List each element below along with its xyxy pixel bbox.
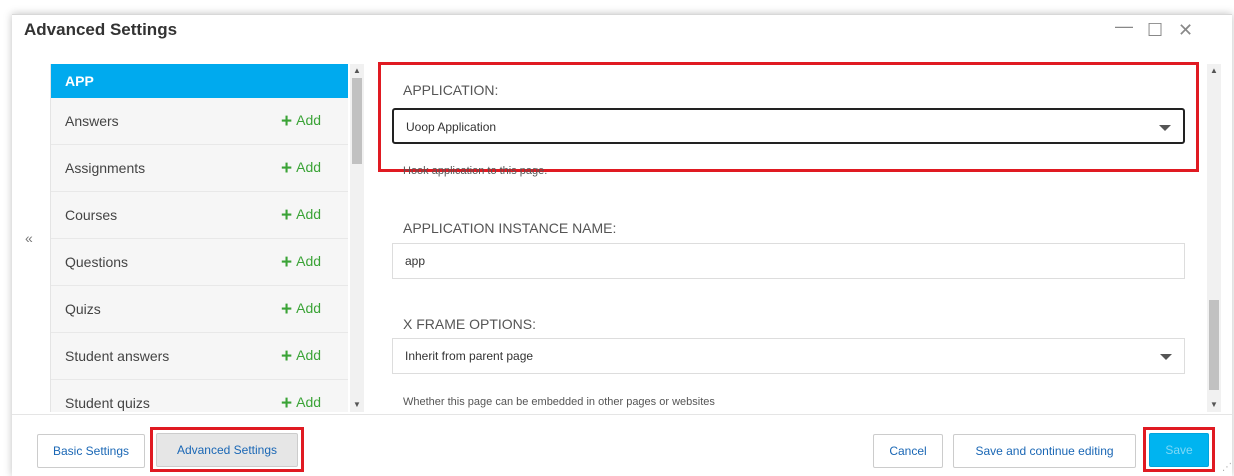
list-item-label: Quizs: [65, 301, 101, 317]
list-item-label: Questions: [65, 254, 129, 270]
add-button[interactable]: + Add: [281, 111, 321, 133]
add-label: Add: [296, 206, 322, 222]
list-item[interactable]: Student answers + Add: [51, 333, 348, 380]
advanced-settings-button[interactable]: Advanced Settings: [156, 433, 298, 467]
scroll-up-icon[interactable]: ▲: [1210, 66, 1218, 75]
plus-icon: +: [281, 252, 293, 273]
list-item[interactable]: Student quizs + Add: [51, 380, 348, 412]
plus-icon: +: [281, 346, 293, 367]
application-select[interactable]: Uoop Application: [392, 108, 1185, 144]
add-label: Add: [296, 112, 322, 128]
add-label: Add: [296, 253, 322, 269]
application-select-value: Uoop Application: [406, 120, 497, 134]
add-button[interactable]: + Add: [281, 393, 321, 412]
close-icon[interactable]: ✕: [1178, 20, 1193, 40]
x-frame-select[interactable]: Inherit from parent page: [392, 338, 1185, 374]
add-label: Add: [296, 159, 322, 175]
x-frame-select-value: Inherit from parent page: [405, 349, 534, 363]
add-button[interactable]: + Add: [281, 158, 321, 180]
list-item-label: Answers: [65, 113, 119, 129]
plus-icon: +: [281, 111, 293, 132]
chevron-down-icon: [1159, 125, 1171, 131]
list-item[interactable]: Courses + Add: [51, 192, 348, 239]
plus-icon: +: [281, 158, 293, 179]
minimize-icon[interactable]: —: [1115, 16, 1133, 36]
entity-list: APP Answers + Add Assignments + Add Courses + Ad…: [50, 64, 348, 412]
add-button[interactable]: + Add: [281, 346, 321, 368]
entity-list-header[interactable]: APP: [51, 64, 348, 98]
plus-icon: +: [281, 299, 293, 320]
list-item-label: Courses: [65, 207, 118, 223]
entity-list-scrollbar[interactable]: ▲ ▼: [350, 64, 364, 412]
scroll-down-icon[interactable]: ▼: [1210, 400, 1218, 409]
add-label: Add: [296, 300, 322, 316]
add-label: Add: [296, 347, 322, 363]
instance-name-value: app: [405, 254, 426, 268]
add-button[interactable]: + Add: [281, 252, 321, 274]
application-label: APPLICATION:: [403, 82, 499, 98]
plus-icon: +: [281, 393, 293, 412]
instance-name-input[interactable]: app: [392, 243, 1185, 279]
x-frame-hint: Whether this page can be embedded in oth…: [403, 396, 715, 408]
basic-settings-button[interactable]: Basic Settings: [37, 434, 145, 468]
list-item-label: Assignments: [65, 160, 146, 176]
instance-name-label: APPLICATION INSTANCE NAME:: [403, 220, 617, 236]
collapse-panel-icon[interactable]: «: [25, 230, 33, 246]
maximize-icon[interactable]: ☐: [1147, 20, 1163, 40]
save-and-continue-button[interactable]: Save and continue editing: [953, 434, 1136, 468]
form-scrollbar[interactable]: ▲ ▼: [1207, 64, 1221, 412]
resize-handle-icon[interactable]: ⋰: [1222, 462, 1232, 473]
scroll-up-icon[interactable]: ▲: [353, 66, 361, 75]
scrollbar-thumb[interactable]: [1209, 300, 1219, 390]
list-item-label: Student quizs: [65, 395, 150, 411]
add-button[interactable]: + Add: [281, 299, 321, 321]
add-button[interactable]: + Add: [281, 205, 321, 227]
save-button[interactable]: Save: [1149, 433, 1209, 467]
list-item[interactable]: Assignments + Add: [51, 145, 348, 192]
list-item[interactable]: Questions + Add: [51, 239, 348, 286]
scrollbar-thumb[interactable]: [352, 78, 362, 164]
plus-icon: +: [281, 205, 293, 226]
list-item[interactable]: Quizs + Add: [51, 286, 348, 333]
add-label: Add: [296, 394, 322, 410]
application-hint: Hook application to this page.: [403, 165, 548, 177]
scroll-down-icon[interactable]: ▼: [353, 400, 361, 409]
list-item-label: Student answers: [65, 348, 170, 364]
chevron-down-icon: [1160, 354, 1172, 360]
dialog-title: Advanced Settings: [24, 20, 178, 39]
list-item[interactable]: Answers + Add: [51, 98, 348, 145]
x-frame-label: X FRAME OPTIONS:: [403, 316, 537, 332]
cancel-button[interactable]: Cancel: [873, 434, 943, 468]
